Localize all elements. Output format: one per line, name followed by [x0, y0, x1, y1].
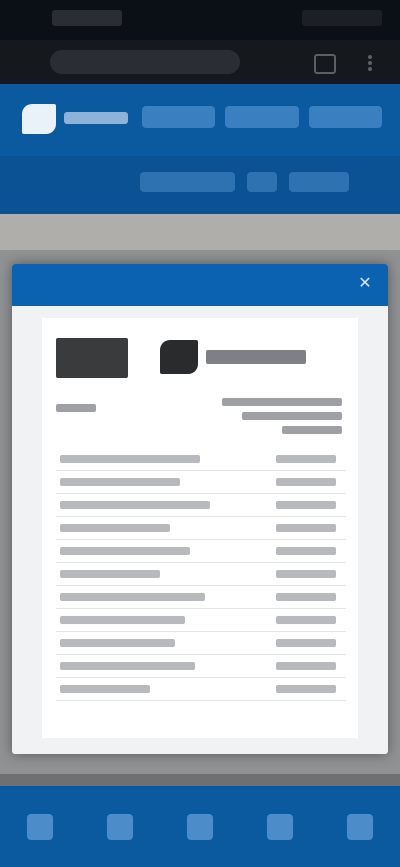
document-line [282, 426, 342, 434]
table-cell [60, 547, 190, 555]
subnav-item[interactable] [247, 172, 277, 192]
logo-mark-icon [160, 340, 198, 374]
table-cell [276, 570, 336, 578]
modal-header: ✕ [12, 264, 388, 306]
header-nav-item[interactable] [225, 106, 299, 128]
browser-url-bar [0, 40, 400, 84]
table-cell [60, 616, 185, 624]
account-icon[interactable] [267, 813, 293, 840]
menu-kebab-icon[interactable] [368, 54, 374, 71]
table-cell [60, 662, 195, 670]
site-name [64, 112, 128, 124]
page-overlay-bottom [0, 774, 400, 786]
site-logo[interactable] [22, 102, 132, 138]
status-time [52, 10, 122, 26]
table-row [56, 448, 346, 471]
footer-nav [0, 786, 400, 867]
table-cell [276, 616, 336, 624]
document-line [242, 412, 342, 420]
url-field[interactable] [50, 50, 240, 74]
site-header [0, 84, 400, 156]
document-line [56, 404, 96, 412]
subnav-item[interactable] [140, 172, 235, 192]
status-bar [0, 0, 400, 40]
header-nav-item[interactable] [308, 106, 382, 128]
table-cell [60, 478, 180, 486]
table-cell [60, 593, 205, 601]
table-cell [60, 570, 160, 578]
table-cell [276, 478, 336, 486]
document-logo-left [56, 338, 128, 378]
table-row [56, 632, 346, 655]
table-cell [276, 547, 336, 555]
table-row [56, 655, 346, 678]
subnav-item[interactable] [289, 172, 349, 192]
menu-icon[interactable] [347, 813, 373, 840]
document-logo [160, 340, 310, 376]
table-row [56, 678, 346, 701]
table-row [56, 517, 346, 540]
header-nav [142, 106, 382, 132]
table-row [56, 540, 346, 563]
home-icon[interactable] [27, 813, 53, 840]
table-cell [60, 685, 150, 693]
page-overlay-strip [0, 214, 400, 250]
table-cell [276, 455, 336, 463]
table-cell [276, 593, 336, 601]
table-row [56, 609, 346, 632]
table-cell [276, 524, 336, 532]
table-row [56, 586, 346, 609]
table-cell [60, 524, 170, 532]
table-cell [60, 455, 200, 463]
sub-navigation [0, 156, 400, 214]
logo-mark-icon [22, 104, 56, 134]
cart-icon[interactable] [187, 813, 213, 840]
table-row [56, 563, 346, 586]
tabs-icon[interactable] [314, 54, 336, 74]
table-row [56, 494, 346, 517]
search-icon[interactable] [107, 813, 133, 840]
table-cell [276, 662, 336, 670]
document-logo-text [206, 350, 306, 364]
header-nav-item[interactable] [142, 106, 216, 128]
table-cell [60, 501, 210, 509]
table-cell [276, 685, 336, 693]
document-table [56, 448, 346, 701]
table-cell [276, 501, 336, 509]
document-preview [42, 318, 358, 738]
table-cell [60, 639, 175, 647]
document-modal: ✕ [12, 264, 388, 754]
table-cell [276, 639, 336, 647]
table-row [56, 471, 346, 494]
status-icons [302, 10, 382, 26]
document-line [222, 398, 342, 406]
close-icon[interactable]: ✕ [356, 275, 374, 293]
